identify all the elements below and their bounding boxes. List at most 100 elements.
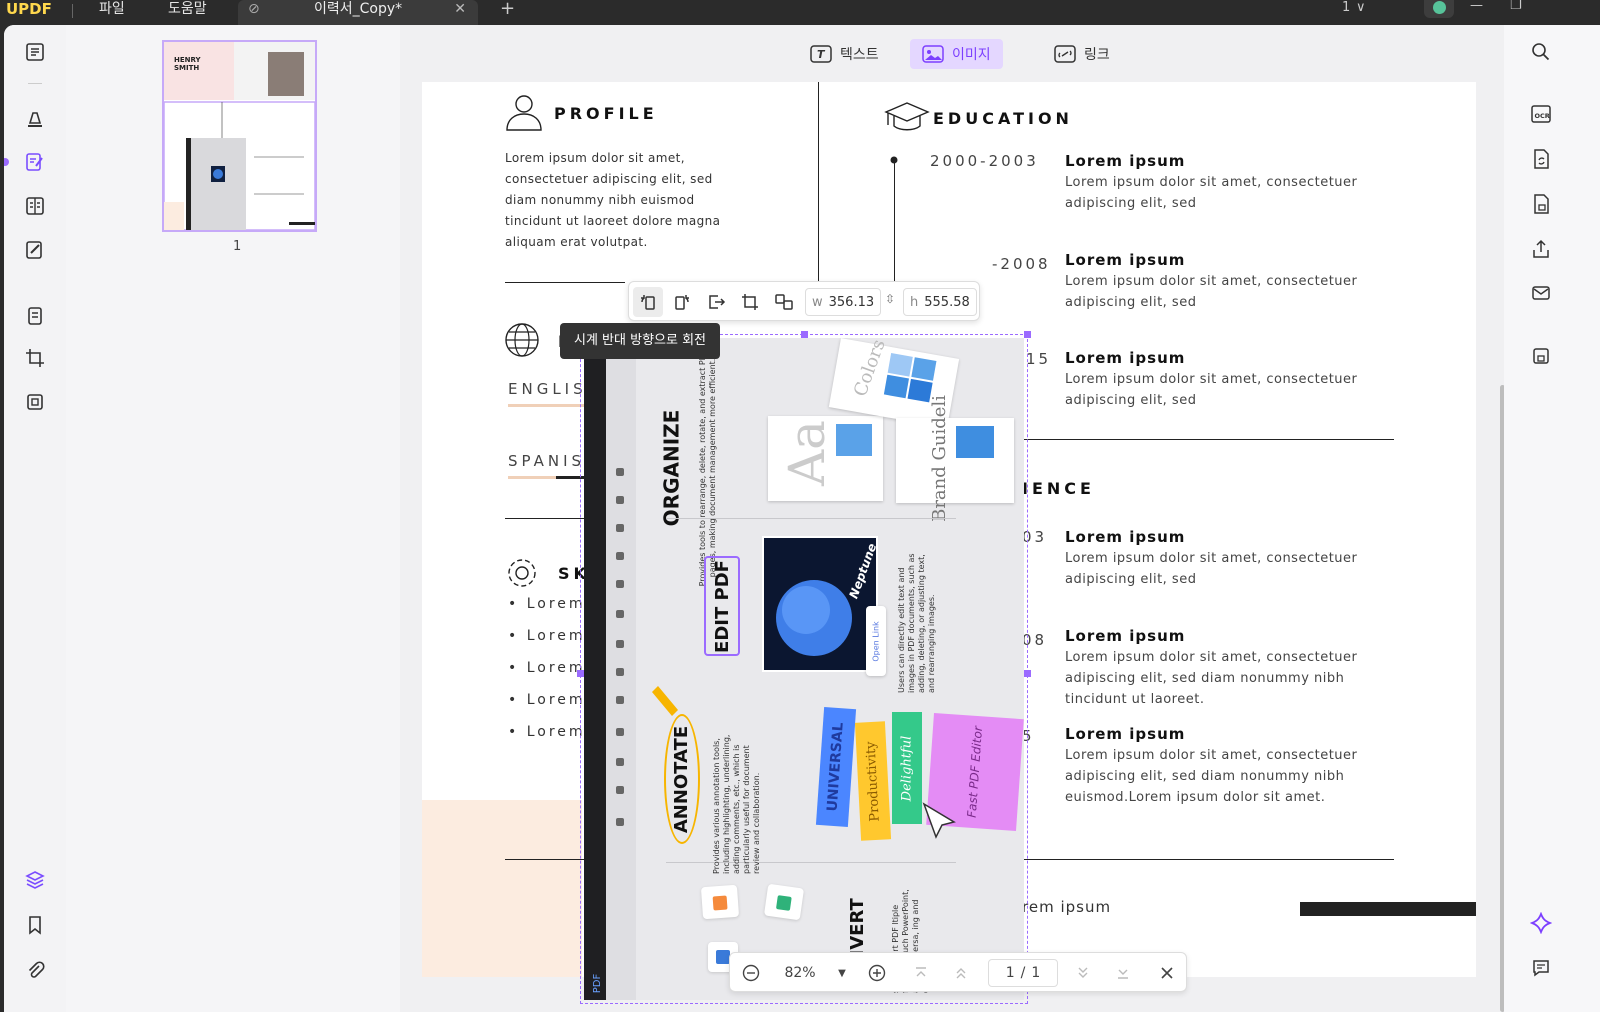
link-ratio-icon[interactable]: ⇳ — [885, 292, 895, 306]
resize-handle-left[interactable] — [577, 670, 584, 677]
attachment-icon[interactable] — [18, 953, 52, 987]
save-icon[interactable] — [1526, 341, 1556, 371]
zoom-in-icon[interactable] — [864, 953, 890, 993]
page-thumbnail[interactable]: HENRY SMITH — [162, 40, 317, 232]
crop-image-icon[interactable] — [735, 287, 765, 317]
education-text: Lorem ipsum dolor sit amet, consectetuer… — [1065, 372, 1358, 408]
zoom-bar: 82% ▼ 1 / 1 — [729, 952, 1187, 992]
color-swatch — [887, 353, 913, 377]
skill-item: • Lorem — [508, 660, 586, 676]
chevron-down-icon[interactable]: ∨ — [1356, 0, 1366, 16]
reader-icon[interactable] — [18, 35, 52, 69]
skill-item: • Lorem — [508, 724, 586, 740]
image-divider — [666, 518, 956, 519]
image-icon — [922, 45, 944, 63]
experience-title: IENCE — [1022, 479, 1095, 498]
pdf-label: PDF — [592, 973, 604, 994]
menu-file[interactable]: 파일 — [99, 0, 125, 18]
languages-divider — [505, 518, 585, 519]
next-page-icon[interactable] — [1070, 953, 1096, 993]
zoom-dropdown-icon[interactable]: ▼ — [834, 953, 850, 993]
productivity-card: Productivity — [854, 721, 892, 841]
selected-image[interactable]: PDF ORGANIZE Provides tools to rearrange… — [577, 331, 1031, 1004]
height-label: h — [910, 294, 919, 310]
footer-bar — [1300, 902, 1476, 916]
peach-accent — [422, 800, 582, 977]
share-icon[interactable] — [1526, 234, 1556, 264]
highlighter-icon[interactable] — [18, 101, 52, 135]
profile-text: Lorem ipsum dolor sit amet, consectetuer… — [505, 151, 721, 249]
minimize-icon[interactable]: — — [1470, 0, 1483, 14]
open-link-label: Open Link — [871, 620, 881, 662]
language-spanish: SPANIS — [508, 452, 586, 470]
education-heading: Lorem ipsum — [1065, 152, 1186, 170]
profile-divider — [505, 282, 625, 283]
close-tab-icon[interactable]: ✕ — [454, 0, 466, 18]
experience-text: Lorem ipsum dolor sit amet, consectetuer… — [1065, 650, 1358, 707]
gear-icon — [508, 559, 536, 587]
comments-icon[interactable] — [1526, 953, 1556, 983]
thumbnail-panel: HENRY SMITH 1 — [66, 25, 400, 1012]
close-icon[interactable] — [1154, 953, 1180, 993]
svg-text:T: T — [817, 48, 826, 61]
replace-image-icon[interactable] — [769, 287, 799, 317]
width-field[interactable]: w 356.13 — [805, 288, 882, 316]
edit-pdf-icon[interactable] — [18, 145, 52, 179]
extract-image-icon[interactable] — [701, 287, 731, 317]
bookmark-icon[interactable] — [18, 908, 52, 942]
education-text: Lorem ipsum dolor sit amet, consectetuer… — [1065, 274, 1358, 310]
text-icon: T — [810, 45, 832, 63]
tab-title: 이력서_Copy* — [314, 1, 403, 17]
search-icon[interactable] — [1526, 37, 1556, 67]
resize-handle-top-right[interactable] — [1024, 331, 1031, 338]
document-tab[interactable]: ⊘ 이력서_Copy* ✕ — [238, 0, 478, 25]
email-icon[interactable] — [1526, 278, 1556, 308]
edit-pdf-box: EDIT PDF — [704, 556, 740, 656]
annotate-heading: ANNOTATE — [671, 725, 693, 833]
timeline-dot — [890, 156, 898, 164]
education-heading: Lorem ipsum — [1065, 251, 1186, 269]
spanish-level-fill — [556, 476, 586, 479]
ocr-icon[interactable]: OCR — [1526, 99, 1556, 129]
avatar[interactable] — [1424, 0, 1454, 18]
edit-image-button[interactable]: 이미지 — [910, 39, 1003, 69]
tools-icon[interactable] — [18, 385, 52, 419]
convert-icon[interactable] — [1526, 144, 1556, 174]
menu-help[interactable]: 도움말 — [168, 0, 207, 18]
rotate-right-icon[interactable] — [667, 287, 697, 317]
height-field[interactable]: h 555.58 — [903, 288, 977, 316]
total-pages: 1 — [1031, 965, 1041, 981]
form-icon[interactable] — [18, 189, 52, 223]
restore-icon[interactable]: ❐ — [1510, 0, 1522, 14]
education-text: Lorem ipsum dolor sit amet, consectetuer… — [1065, 175, 1358, 211]
edit-text-button[interactable]: T 텍스트 — [798, 39, 891, 69]
protect-icon[interactable] — [1526, 189, 1556, 219]
fill-sign-icon[interactable] — [18, 233, 52, 267]
edit-link-button[interactable]: 링크 — [1042, 39, 1122, 69]
skill-item: • Lorem — [508, 628, 586, 644]
link-icon — [1054, 45, 1076, 63]
experience-heading: Lorem ipsum — [1065, 725, 1186, 743]
crop-icon[interactable] — [18, 341, 52, 375]
last-page-icon[interactable] — [1110, 953, 1136, 993]
experience-year: 08 — [1022, 631, 1048, 649]
rotate-tooltip: 시계 반대 방향으로 회전 — [560, 323, 720, 359]
svg-text:OCR: OCR — [1535, 112, 1550, 120]
resize-handle-right[interactable] — [1024, 670, 1031, 677]
organize-heading: ORGANIZE — [659, 409, 684, 527]
layers-icon[interactable] — [18, 863, 52, 897]
education-year: -2008 — [992, 255, 1051, 273]
universal-text: UNIVERSAL — [824, 721, 848, 813]
organize-pages-icon[interactable] — [18, 299, 52, 333]
resize-handle-top[interactable] — [801, 331, 808, 338]
first-page-icon[interactable] — [908, 953, 934, 993]
rotate-left-icon[interactable] — [633, 287, 663, 317]
ai-assistant-icon[interactable] — [1526, 908, 1556, 938]
previous-page-icon[interactable] — [948, 953, 974, 993]
edit-text-label: 텍스트 — [840, 47, 879, 63]
zoom-level[interactable]: 82% — [778, 953, 822, 993]
skill-item: • Lorem — [508, 692, 586, 708]
page-number-input[interactable]: 1 / 1 — [988, 959, 1058, 987]
zoom-out-icon[interactable] — [738, 953, 764, 993]
new-tab-button[interactable]: + — [500, 0, 515, 19]
